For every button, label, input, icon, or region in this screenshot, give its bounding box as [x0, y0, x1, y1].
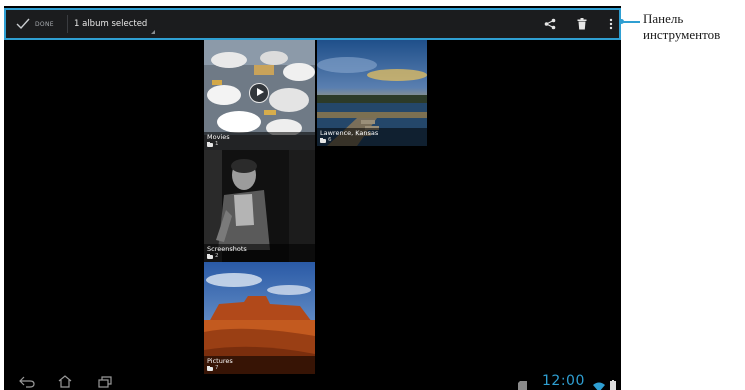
system-bar: 12:00 [4, 372, 621, 390]
done-label: DONE [35, 20, 54, 28]
album-lawrence-kansas[interactable]: Lawrence, Kansas 6 [317, 40, 427, 146]
callout-line [621, 21, 640, 23]
recents-icon [98, 373, 112, 390]
home-button[interactable] [54, 374, 76, 390]
album-count: 2 [215, 253, 219, 259]
folder-icon [207, 141, 213, 147]
battery-icon [610, 376, 616, 390]
play-video-icon [249, 83, 269, 103]
home-icon [58, 373, 72, 390]
overflow-menu-button[interactable] [597, 10, 621, 38]
album-title: Lawrence, Kansas [320, 129, 379, 137]
album-title: Pictures [207, 357, 233, 365]
album-screenshots[interactable]: Screenshots 2 [204, 150, 315, 262]
sd-card-icon [518, 377, 527, 390]
trash-icon [577, 15, 587, 34]
spinner-indicator-icon [151, 30, 155, 34]
album-count: 1 [215, 141, 219, 147]
callout-line-1: Панель [643, 11, 684, 26]
action-bar: DONE 1 album selected [4, 8, 621, 40]
album-title: Movies [207, 133, 230, 141]
album-count: 6 [328, 137, 332, 143]
album-caption: Screenshots 2 [204, 244, 315, 262]
album-meta: 2 [207, 253, 312, 260]
delete-button[interactable] [568, 10, 596, 38]
back-button[interactable] [16, 374, 38, 390]
album-movies[interactable]: Movies 1 [204, 40, 315, 150]
tablet-screen: DONE 1 album selected Movies 1 Lawrence,… [4, 6, 621, 390]
share-button[interactable] [536, 10, 564, 38]
toolbar-callout-label: Панель инструментов [643, 11, 745, 43]
done-button[interactable]: DONE [10, 10, 66, 38]
album-meta: 7 [207, 365, 312, 372]
album-caption: Lawrence, Kansas 6 [317, 128, 427, 146]
check-icon [16, 15, 30, 34]
album-meta: 1 [207, 141, 312, 148]
share-icon [544, 15, 556, 34]
album-pictures[interactable]: Pictures 7 [204, 262, 315, 374]
selection-count-label: 1 album selected [74, 19, 148, 29]
action-bar-divider [67, 15, 68, 33]
selection-spinner[interactable]: 1 album selected [74, 10, 159, 38]
recent-apps-button[interactable] [94, 374, 116, 390]
album-caption: Movies 1 [204, 132, 315, 150]
status-clock: 12:00 [542, 373, 585, 389]
album-count: 7 [215, 365, 219, 371]
callout-line-2: инструментов [643, 27, 721, 42]
folder-icon [207, 253, 213, 259]
folder-icon [320, 137, 326, 143]
album-title: Screenshots [207, 245, 247, 253]
folder-icon [207, 365, 213, 371]
wifi-icon [593, 377, 605, 390]
album-meta: 6 [320, 137, 424, 144]
back-icon [19, 373, 35, 390]
overflow-menu-icon [609, 15, 613, 34]
